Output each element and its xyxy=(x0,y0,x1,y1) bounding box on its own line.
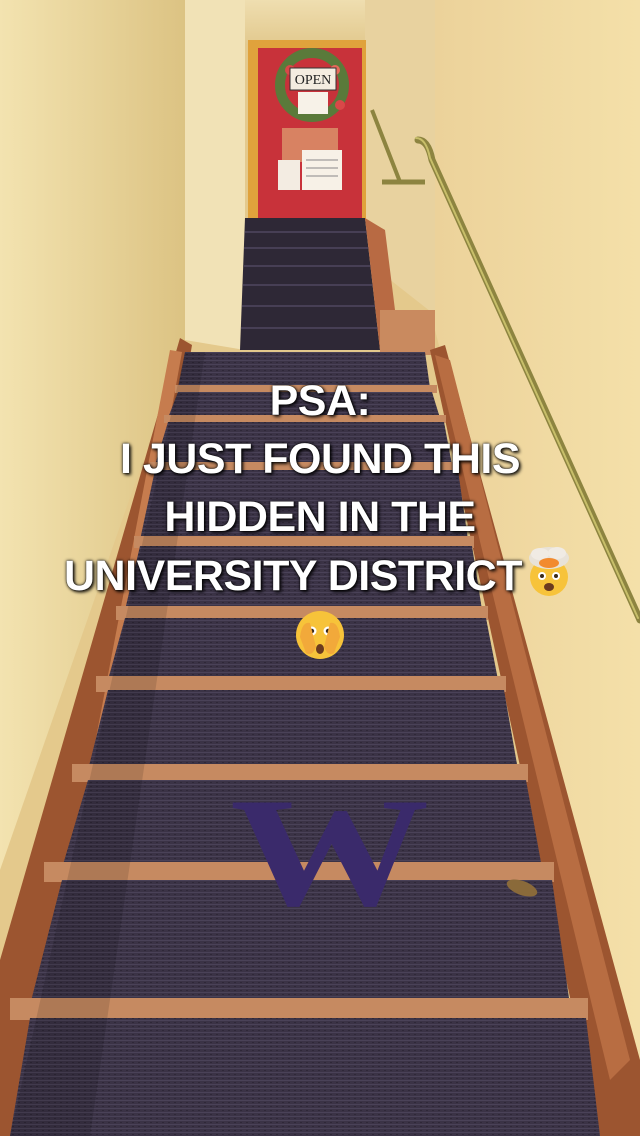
caption-line-3: HIDDEN IN THE xyxy=(164,493,476,541)
caption-line-1: PSA: xyxy=(269,377,371,425)
caption-line-4-text: UNIVERSITY DISTRICT xyxy=(64,552,522,600)
exploding-head-icon xyxy=(528,547,569,596)
door-open-sign: OPEN xyxy=(295,73,332,88)
caption-overlay: PSA: I JUST FOUND THIS HIDDEN IN THE UNI… xyxy=(0,372,640,669)
caption-line-5 xyxy=(0,607,640,669)
red-door: OPEN xyxy=(248,40,366,220)
caption-line-2: I JUST FOUND THIS xyxy=(119,435,521,483)
university-w-logo: W xyxy=(230,766,429,938)
caption-line-4: UNIVERSITY DISTRICT xyxy=(0,546,640,605)
face-hand-over-eyes-icon xyxy=(296,611,344,659)
